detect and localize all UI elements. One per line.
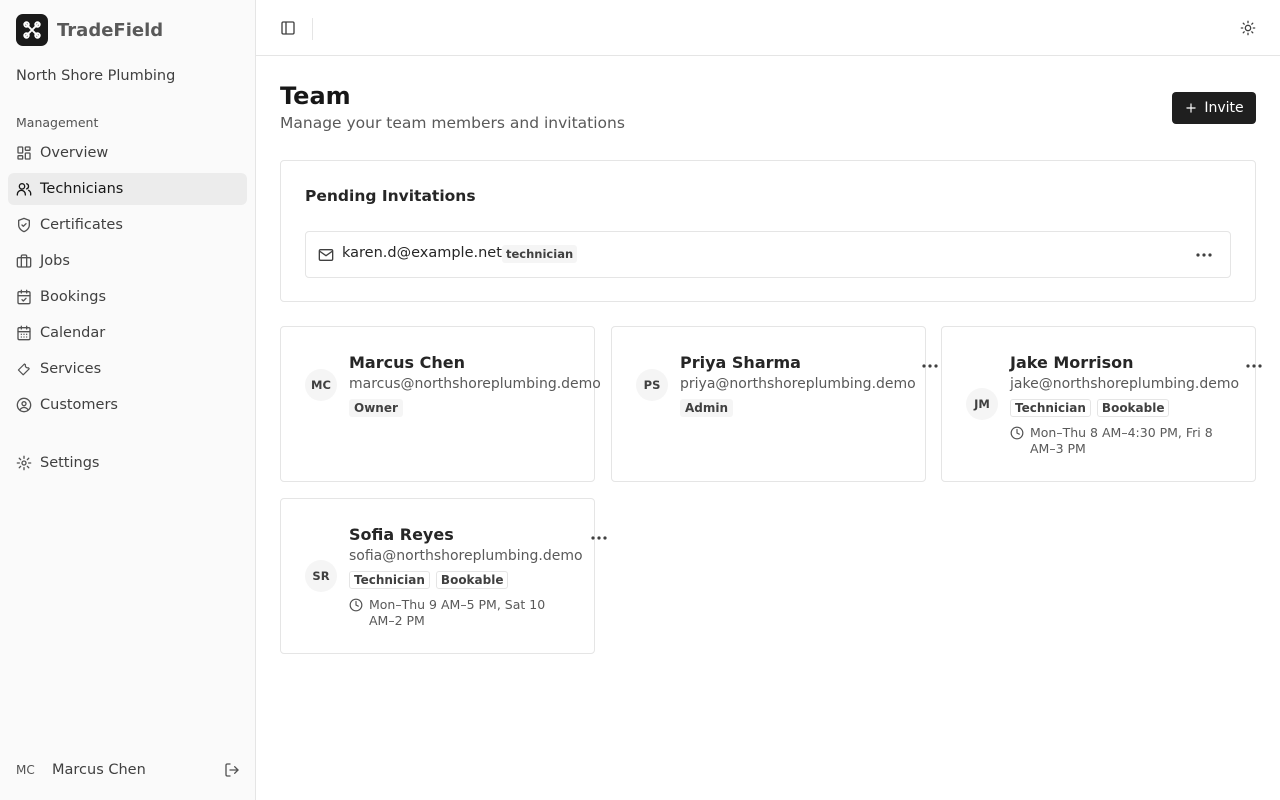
sidebar-item-label: Certificates <box>40 217 123 233</box>
invite-button[interactable]: Invite <box>1172 92 1256 124</box>
sidebar-item-label: Services <box>40 361 102 377</box>
sidebar-settings-group: Settings <box>8 447 247 483</box>
page-title: Team <box>280 82 351 110</box>
brand[interactable]: TradeField <box>16 14 163 46</box>
clock-icon <box>349 598 363 612</box>
sidebar-item-technicians[interactable]: Technicians <box>8 173 247 205</box>
organization-name: North Shore Plumbing <box>16 68 176 84</box>
member-badges: Admin <box>680 399 734 417</box>
role-badge: Owner <box>349 399 403 417</box>
bookable-badge: Bookable <box>435 571 509 589</box>
avatar: MC <box>16 763 35 777</box>
member-card: MC Marcus Chen marcus@northshoreplumbing… <box>280 326 601 482</box>
more-options-icon[interactable] <box>1194 246 1214 264</box>
role-badge: Admin <box>680 399 734 417</box>
avatar: PS <box>636 369 668 401</box>
sidebar-item-label: Jobs <box>40 253 70 269</box>
member-card: SR Sofia Reyes sofia@northshoreplumbing.… <box>280 498 607 654</box>
sidebar-item-bookings[interactable]: Bookings <box>8 281 247 313</box>
more-options-icon[interactable] <box>589 529 609 547</box>
sidebar-toggle-icon[interactable] <box>280 20 296 36</box>
sidebar-item-certificates[interactable]: Certificates <box>8 209 247 241</box>
wrench-icon <box>17 363 30 376</box>
working-hours: Mon–Thu 9 AM–5 PM, Sat 10 AM–2 PM <box>349 597 569 629</box>
sun-icon[interactable] <box>1240 20 1256 36</box>
role-badge: Technician <box>349 571 430 589</box>
sidebar-item-overview[interactable]: Overview <box>8 137 247 169</box>
sidebar-item-label: Technicians <box>40 181 124 197</box>
member-email: sofia@northshoreplumbing.demo <box>349 548 583 564</box>
gear-icon <box>16 455 32 471</box>
sidebar-nav: Overview Technicians Certificates Jobs B… <box>8 137 247 425</box>
tradefield-logo-icon <box>16 14 48 46</box>
calendar-check-icon <box>17 289 31 305</box>
member-card: JM Jake Morrison jake@northshoreplumbing… <box>941 326 1262 482</box>
users-icon <box>16 183 32 196</box>
nav-section-label: Management <box>16 115 99 130</box>
member-email: priya@northshoreplumbing.demo <box>680 376 916 392</box>
invitation-row: karen.d@example.net technician <box>305 231 1231 278</box>
sidebar-item-jobs[interactable]: Jobs <box>8 245 247 277</box>
sidebar-item-customers[interactable]: Customers <box>8 389 247 421</box>
member-email: marcus@northshoreplumbing.demo <box>349 376 601 392</box>
sidebar-item-label: Settings <box>40 455 100 471</box>
bookable-badge: Bookable <box>1096 399 1170 417</box>
member-name: Priya Sharma <box>680 353 801 372</box>
working-hours-text: Mon–Thu 9 AM–5 PM, Sat 10 AM–2 PM <box>369 597 546 628</box>
member-badges: Technician Bookable <box>1010 399 1170 417</box>
working-hours: Mon–Thu 8 AM–4:30 PM, Fri 8 AM–3 PM <box>1010 425 1230 457</box>
page-subtitle: Manage your team members and invitations <box>280 114 625 132</box>
sidebar-item-label: Overview <box>40 145 109 161</box>
member-email: jake@northshoreplumbing.demo <box>1010 376 1240 392</box>
member-badges: Technician Bookable <box>349 571 509 589</box>
member-badges: Owner <box>349 399 403 417</box>
more-options-icon[interactable] <box>1244 357 1264 375</box>
plus-icon <box>1186 103 1197 113</box>
sidebar-item-calendar[interactable]: Calendar <box>8 317 247 349</box>
invitation-role-badge: technician <box>502 245 578 263</box>
sidebar-item-settings[interactable]: Settings <box>8 447 247 479</box>
clock-icon <box>1010 426 1024 440</box>
sidebar: TradeField North Shore Plumbing Manageme… <box>0 0 256 800</box>
member-name: Marcus Chen <box>349 353 465 372</box>
dashboard-icon <box>17 146 31 160</box>
avatar: JM <box>966 388 998 420</box>
shield-check-icon <box>18 217 30 233</box>
member-card: PS Priya Sharma priya@northshoreplumbing… <box>611 326 938 482</box>
invitation-email: karen.d@example.net <box>342 245 502 261</box>
invite-button-label: Invite <box>1204 100 1244 116</box>
briefcase-icon <box>16 254 32 268</box>
sidebar-item-services[interactable]: Services <box>8 353 247 385</box>
topbar <box>256 0 1280 56</box>
sidebar-item-label: Customers <box>40 397 118 413</box>
role-badge: Technician <box>1010 399 1091 417</box>
sidebar-item-label: Calendar <box>40 325 106 341</box>
more-options-icon[interactable] <box>920 357 940 375</box>
user-name: Marcus Chen <box>52 762 146 778</box>
calendar-icon <box>17 325 31 341</box>
pending-invitations-title: Pending Invitations <box>305 187 476 205</box>
user-circle-icon <box>16 397 32 413</box>
member-name: Sofia Reyes <box>349 525 454 544</box>
topbar-divider <box>312 18 313 40</box>
sidebar-item-label: Bookings <box>40 289 107 305</box>
logout-icon[interactable] <box>224 762 240 778</box>
pending-invitations-card: Pending Invitations karen.d@example.net … <box>280 160 1256 302</box>
app-name: TradeField <box>57 19 164 41</box>
avatar: MC <box>305 369 337 401</box>
current-user[interactable]: MC Marcus Chen <box>16 758 240 782</box>
working-hours-text: Mon–Thu 8 AM–4:30 PM, Fri 8 AM–3 PM <box>1030 425 1213 456</box>
mail-icon <box>318 249 334 261</box>
member-name: Jake Morrison <box>1010 353 1134 372</box>
avatar: SR <box>305 560 337 592</box>
